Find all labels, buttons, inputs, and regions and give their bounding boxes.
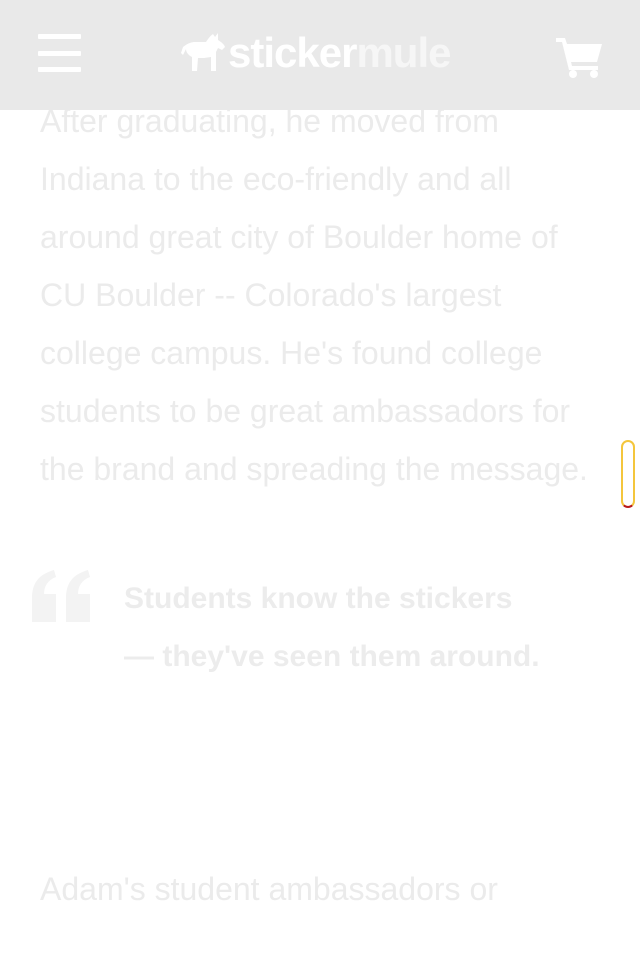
pull-quote: Students know the stickers — they've see… bbox=[32, 570, 605, 790]
brand-name-sticker: sticker bbox=[228, 29, 357, 76]
quotation-mark-icon bbox=[32, 570, 90, 622]
pull-quote-text: Students know the stickers — they've see… bbox=[124, 582, 540, 673]
hamburger-menu-icon[interactable] bbox=[38, 34, 81, 72]
menu-bar-line bbox=[38, 50, 81, 56]
article-paragraph: After graduating, he moved from Indiana … bbox=[40, 103, 588, 487]
article-body: After graduating, he moved from Indiana … bbox=[32, 92, 605, 918]
page: sticker mule After graduating, he moved … bbox=[0, 0, 640, 959]
menu-bar-line bbox=[38, 34, 81, 39]
scrollbar-thumb[interactable] bbox=[621, 440, 635, 508]
menu-bar-line bbox=[38, 67, 81, 72]
shopping-cart-icon[interactable] bbox=[556, 36, 604, 78]
mule-logo-icon bbox=[181, 33, 225, 71]
brand-name-mule: mule bbox=[356, 29, 451, 76]
brand-logo[interactable]: sticker mule bbox=[180, 29, 451, 76]
top-nav-bar: sticker mule bbox=[0, 0, 640, 110]
article-paragraph: Adam's student ambassadors or bbox=[40, 871, 498, 907]
